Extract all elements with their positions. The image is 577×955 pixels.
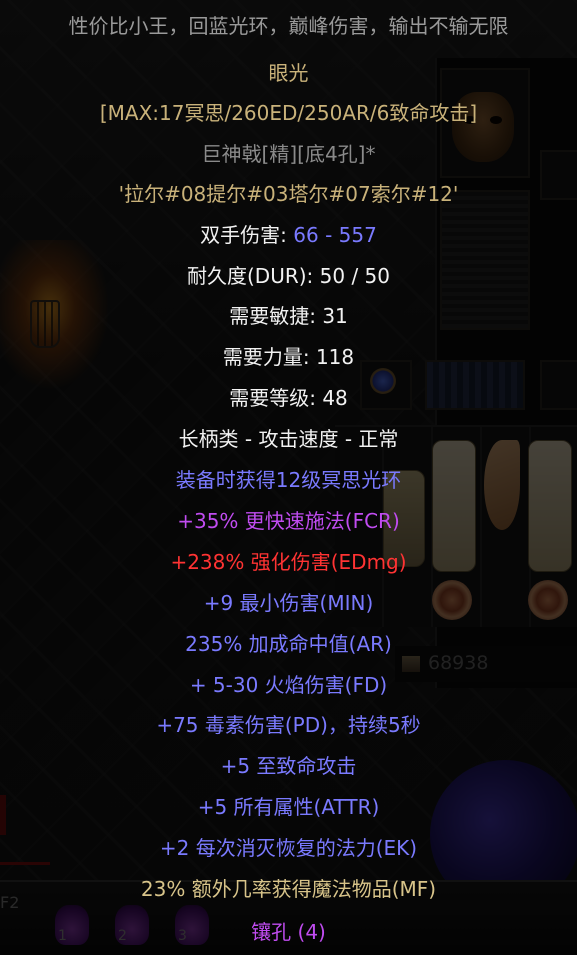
class-speed: 长柄类 - 攻击速度 - 正常 — [178, 427, 399, 451]
item-mod: +2 每次消灭恢复的法力(EK) — [159, 836, 418, 860]
item-note: [MAX:17冥思/260ED/250AR/6致命攻击] — [99, 101, 478, 125]
item-mod: +9 最小伤害(MIN) — [203, 591, 374, 615]
damage-line: 双手伤害: 66 - 557 — [0, 219, 577, 248]
item-mod: +75 毒素伤害(PD)，持续5秒 — [156, 713, 421, 737]
item-runes: '拉尔#08提尔#03塔尔#07索尔#12' — [118, 182, 459, 206]
required-level: 需要等级: 48 — [229, 386, 348, 410]
item-mod: +35% 更快速施法(FCR) — [177, 509, 400, 533]
item-mod: +5 至致命攻击 — [220, 754, 357, 778]
item-mod: 235% 加成命中值(AR) — [185, 632, 392, 656]
banner-text: 性价比小王，回蓝光环，巅峰伤害，输出不输无限 — [68, 14, 509, 38]
item-name: 眼光 — [268, 61, 309, 85]
item-mod: +238% 强化伤害(EDmg) — [170, 550, 407, 574]
item-tooltip: 性价比小王，回蓝光环，巅峰伤害，输出不输无限 眼光 [MAX:17冥思/260E… — [0, 0, 577, 955]
damage-label: 双手伤害: — [200, 223, 294, 247]
damage-value: 66 - 557 — [293, 223, 377, 247]
item-mod: +5 所有属性(ATTR) — [197, 795, 380, 819]
item-base: 巨神戟[精][底4孔]* — [201, 142, 376, 166]
required-strength: 需要力量: 118 — [222, 345, 355, 369]
sockets: 镶孔 (4) — [251, 920, 326, 944]
item-mod: 装备时获得12级冥思光环 — [175, 468, 402, 492]
item-mod: + 5-30 火焰伤害(FD) — [189, 673, 388, 697]
durability: 耐久度(DUR): 50 / 50 — [187, 264, 390, 288]
item-mod: 23% 额外几率获得魔法物品(MF) — [140, 877, 437, 901]
required-dexterity: 需要敏捷: 31 — [229, 304, 348, 328]
